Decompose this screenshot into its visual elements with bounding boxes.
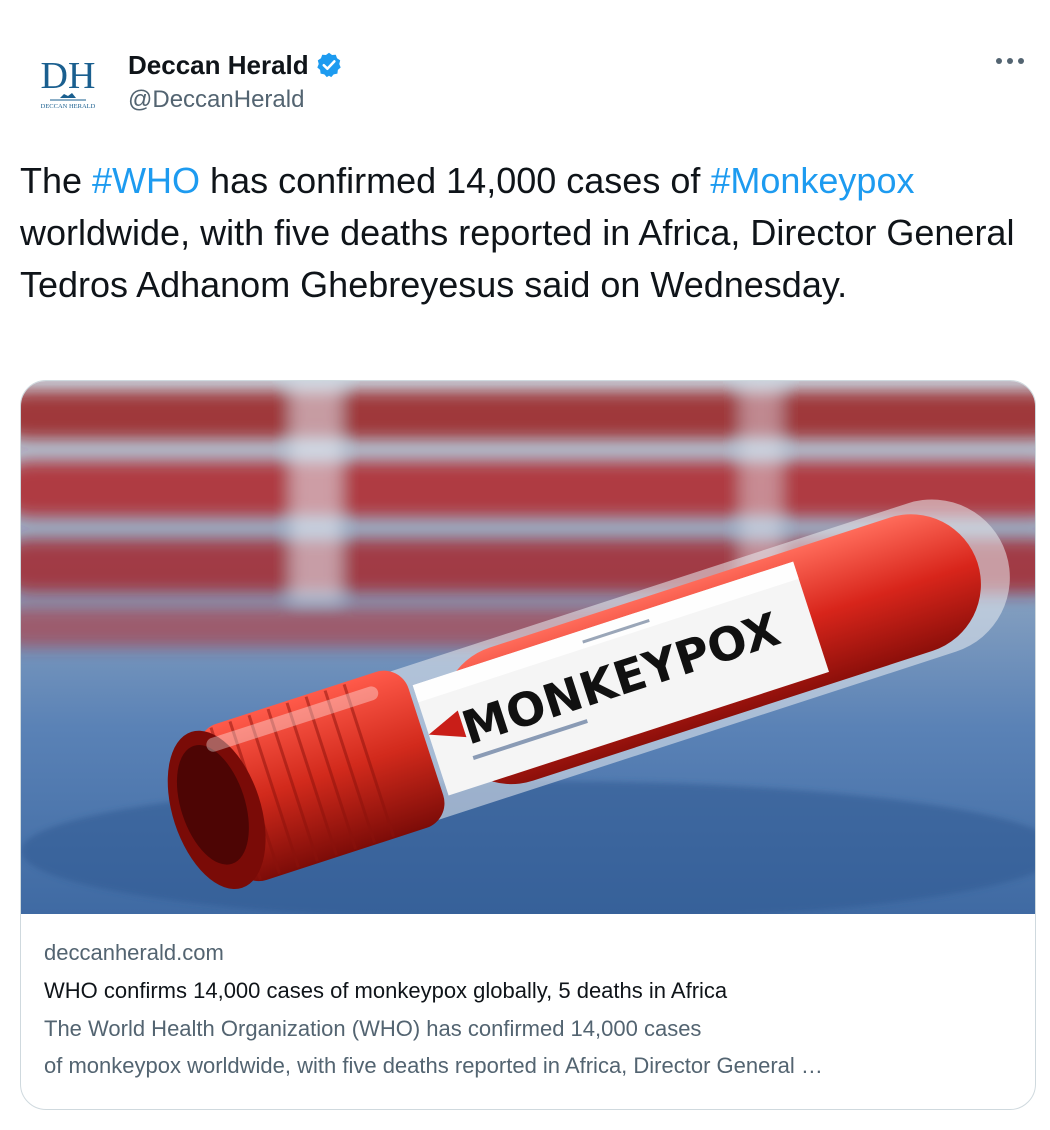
tweet-text-segment: The [20,160,93,201]
handle[interactable]: @DeccanHerald [128,86,343,114]
card-description-line: of monkeypox worldwide, with five deaths… [44,1053,823,1078]
tweet-header: DH DECCAN HERALD Deccan Herald @DeccanHe… [20,38,1030,136]
card-image-test-tube[interactable]: MONKEYPOX [21,381,1036,914]
link-card[interactable]: MONKEYPOX deccanherald.com WHO confirms … [20,380,1036,1110]
more-options-icon[interactable] [990,46,1030,76]
tweet-text-segment: worldwide, with five deaths reported in … [20,212,1015,305]
deccan-herald-logo: DH DECCAN HERALD [41,55,96,110]
account-names: Deccan Herald @DeccanHerald [128,48,343,114]
card-description-line: The World Health Organization (WHO) has … [44,1016,702,1041]
tweet-text-segment: has confirmed 14,000 cases of [200,160,711,201]
display-name-row: Deccan Herald [128,48,343,82]
avatar[interactable]: DH DECCAN HERALD [20,40,116,136]
card-title[interactable]: WHO confirms 14,000 cases of monkeypox g… [44,972,1014,1010]
display-name[interactable]: Deccan Herald [128,50,309,81]
verified-badge-icon [315,51,343,79]
card-body: deccanherald.com WHO confirms 14,000 cas… [44,936,1014,1084]
card-description: The World Health Organization (WHO) has … [44,1010,1014,1084]
hashtag-who[interactable]: #WHO [92,160,200,201]
logo-subtext: DECCAN HERALD [41,103,96,110]
logo-text: DH [41,55,96,97]
tweet-text: The #WHO has confirmed 14,000 cases of #… [20,155,1035,311]
hashtag-monkeypox[interactable]: #Monkeypox [710,160,914,201]
card-domain: deccanherald.com [44,940,224,965]
